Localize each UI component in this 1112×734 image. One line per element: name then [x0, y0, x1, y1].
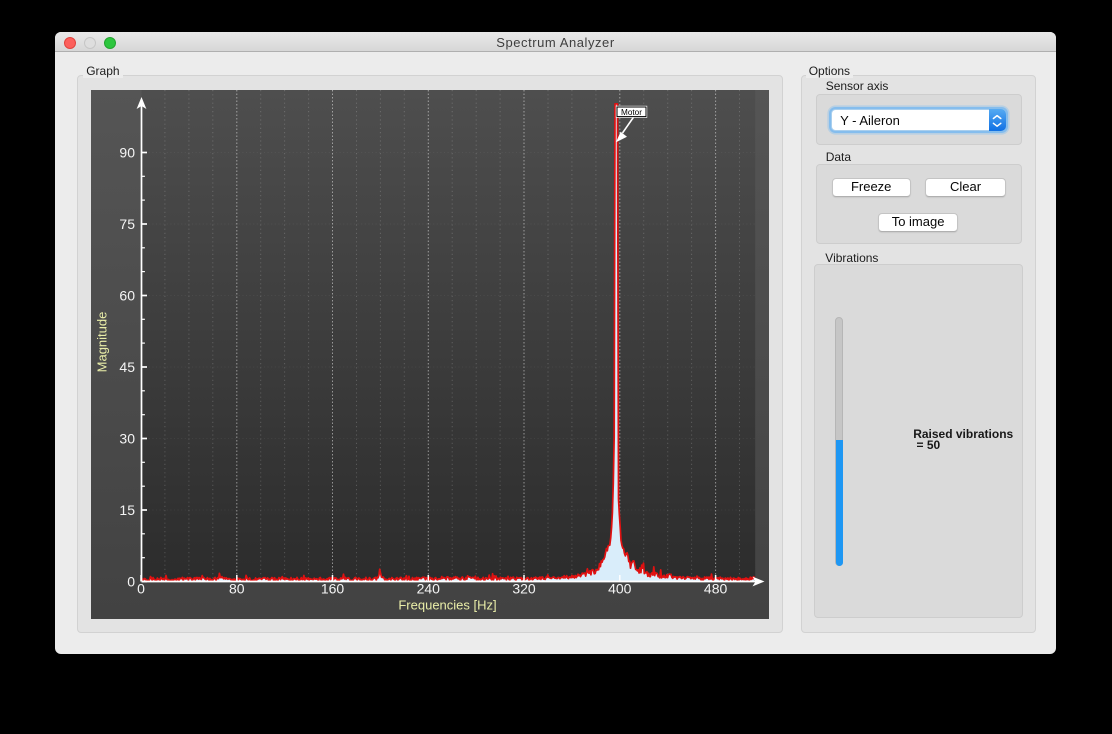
- svg-text:80: 80: [229, 580, 245, 596]
- svg-text:0: 0: [127, 573, 135, 589]
- svg-text:400: 400: [608, 580, 632, 596]
- svg-text:160: 160: [321, 580, 345, 596]
- svg-text:75: 75: [120, 215, 136, 231]
- svg-text:480: 480: [704, 580, 728, 596]
- svg-text:Motor: Motor: [621, 107, 642, 116]
- svg-text:Magnitude: Magnitude: [95, 311, 110, 372]
- svg-text:0: 0: [137, 580, 145, 596]
- svg-text:60: 60: [120, 287, 136, 303]
- svg-text:320: 320: [512, 580, 536, 596]
- svg-text:30: 30: [120, 430, 136, 446]
- svg-text:90: 90: [120, 144, 136, 160]
- svg-text:15: 15: [120, 501, 136, 517]
- svg-text:45: 45: [120, 358, 136, 374]
- svg-text:Frequencies [Hz]: Frequencies [Hz]: [399, 597, 497, 612]
- svg-text:240: 240: [417, 580, 441, 596]
